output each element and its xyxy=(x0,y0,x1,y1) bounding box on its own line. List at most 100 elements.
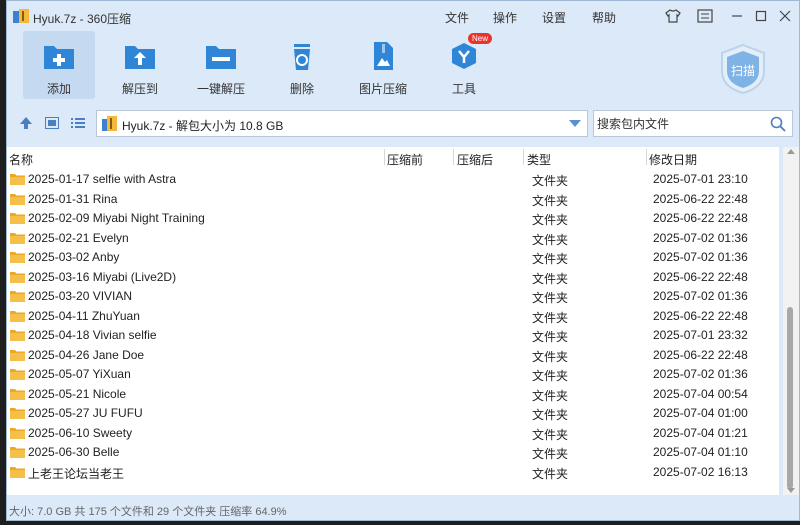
minimize-icon[interactable] xyxy=(729,8,745,24)
add-button[interactable]: 添加 xyxy=(23,31,95,99)
file-name: 2025-02-21 Evelyn xyxy=(28,230,129,245)
folder-icon xyxy=(10,232,25,244)
up-arrow-icon[interactable] xyxy=(18,116,34,130)
image-compress-button[interactable]: 图片压缩 xyxy=(347,31,419,99)
file-type: 文件夹 xyxy=(532,369,569,383)
tools-icon xyxy=(452,43,476,69)
file-modified-date: 2025-07-04 01:10 xyxy=(653,445,748,459)
scroll-up-arrow-icon[interactable] xyxy=(787,149,795,154)
file-type: 文件夹 xyxy=(532,291,569,305)
maximize-icon[interactable] xyxy=(753,8,769,24)
file-name: 2025-03-16 Miyabi (Live2D) xyxy=(28,269,177,284)
table-row[interactable]: 2025-06-10 Sweety 文件夹 2025-07-04 01:21 xyxy=(7,423,779,443)
add-label: 添加 xyxy=(46,82,71,96)
skin-shirt-icon[interactable] xyxy=(665,8,681,24)
menu-help[interactable]: 帮助 xyxy=(592,9,616,26)
table-row[interactable]: 2025-03-20 VIVIAN 文件夹 2025-07-02 01:36 xyxy=(7,286,779,306)
title-bar: Hyuk.7z - 360压缩 文件 操作 设置 帮助 xyxy=(7,1,799,31)
table-row[interactable]: 2025-05-27 JU FUFU 文件夹 2025-07-04 01:00 xyxy=(7,403,779,423)
close-icon[interactable] xyxy=(777,8,793,24)
folder-icon xyxy=(10,213,25,224)
file-type: 文件夹 xyxy=(532,310,569,325)
file-type: 文件夹 xyxy=(532,388,569,403)
delete-button[interactable]: 删除 xyxy=(266,31,338,99)
search-input[interactable] xyxy=(597,115,757,133)
file-name: 2025-02-09 Miyabi Night Training xyxy=(28,211,205,225)
file-modified-date: 2025-07-02 01:36 xyxy=(653,230,748,245)
one-click-extract-button[interactable]: 一键解压 xyxy=(185,31,257,99)
path-text: Hyuk.7z - 解包大小为 10.8 GB xyxy=(122,119,284,133)
column-modified-date[interactable]: 修改日期 xyxy=(649,151,697,168)
table-row[interactable]: 2025-02-21 Evelyn 文件夹 2025-07-02 01:36 xyxy=(7,228,779,248)
file-rows: 2025-01-17 selfie with Astra 文件夹 2025-07-0… xyxy=(7,169,779,481)
file-type: 文件夹 xyxy=(532,330,569,344)
search-icon[interactable] xyxy=(770,116,786,132)
table-row[interactable]: 2025-01-17 selfie with Astra 文件夹 2025-07-0… xyxy=(7,169,779,189)
path-combobox[interactable]: Hyuk.7z - 解包大小为 10.8 GB xyxy=(96,110,588,137)
scroll-thumb[interactable] xyxy=(787,307,793,489)
extract-to-button[interactable]: 解压到 xyxy=(104,31,176,99)
tools-button[interactable]: New 工具 xyxy=(428,31,500,99)
table-row[interactable]: 2025-04-11 ZhuYuan 文件夹 2025-06-22 22:48 xyxy=(7,306,779,326)
window-title: Hyuk.7z - 360压缩 xyxy=(33,12,132,26)
column-original-size[interactable]: 压缩前 xyxy=(387,151,423,168)
file-name: 2025-03-20 VIVIAN xyxy=(28,289,133,303)
folder-icon xyxy=(10,408,25,419)
file-type: 文件夹 xyxy=(532,349,569,364)
folder-icon xyxy=(10,388,25,400)
menu-file[interactable]: 文件 xyxy=(445,9,469,26)
chevron-down-icon[interactable] xyxy=(569,120,581,127)
file-type: 文件夹 xyxy=(532,232,569,247)
column-separator[interactable] xyxy=(384,149,385,165)
file-list: 名称 压缩前 压缩后 类型 修改日期 2025-01-17 selfie wit… xyxy=(7,147,779,495)
file-modified-date: 2025-07-02 01:36 xyxy=(653,367,748,381)
folder-icon xyxy=(10,447,25,458)
file-modified-date: 2025-07-04 01:21 xyxy=(653,425,748,440)
table-row[interactable]: 2025-04-26 Jane Doe 文件夹 2025-06-22 22:48 xyxy=(7,345,779,365)
column-compressed-size[interactable]: 压缩后 xyxy=(457,151,493,168)
table-row[interactable]: 2025-05-21 Nicole 文件夹 2025-07-04 00:54 xyxy=(7,384,779,404)
file-name: 2025-06-10 Sweety xyxy=(28,425,133,440)
extract-to-icon xyxy=(125,46,155,69)
table-row[interactable]: 2025-05-07 YiXuan 文件夹 2025-07-02 01:36 xyxy=(7,364,779,384)
archive-app-icon xyxy=(13,9,29,23)
column-separator[interactable] xyxy=(453,149,454,165)
folder-icon xyxy=(10,174,25,185)
file-name: 2025-05-21 Nicole xyxy=(28,386,127,401)
list-header: 名称 压缩前 压缩后 类型 修改日期 xyxy=(7,147,779,169)
status-text: 大小: 7.0 GB 共 175 个文件和 29 个文件夹 压缩率 64.9% xyxy=(9,506,287,518)
extract-to-label: 解压到 xyxy=(121,82,158,96)
file-name: 2025-05-27 JU FUFU xyxy=(28,406,143,420)
image-compress-icon xyxy=(374,42,393,70)
image-compress-label: 图片压缩 xyxy=(358,82,407,96)
table-row[interactable]: 2025-02-09 Miyabi Night Training 文件夹 2025-… xyxy=(7,208,779,228)
file-modified-date: 2025-07-02 16:13 xyxy=(653,464,748,479)
scroll-down-arrow-icon[interactable] xyxy=(787,488,795,493)
table-row[interactable]: 上老王论坛当老王 文件夹 2025-07-02 16:13 xyxy=(7,462,779,482)
thumbnail-view-icon[interactable] xyxy=(44,116,60,130)
folder-icon xyxy=(10,369,25,380)
list-view-icon[interactable] xyxy=(70,116,86,130)
file-type: 文件夹 xyxy=(532,174,569,188)
menu-settings[interactable]: 设置 xyxy=(542,9,566,26)
table-row[interactable]: 2025-06-30 Belle 文件夹 2025-07-04 01:10 xyxy=(7,442,779,462)
menu-action[interactable]: 操作 xyxy=(493,9,517,26)
vertical-scrollbar[interactable] xyxy=(783,147,799,495)
column-separator[interactable] xyxy=(523,149,524,165)
folder-icon xyxy=(10,271,25,283)
search-box xyxy=(593,110,793,137)
table-row[interactable]: 2025-01-31 Rina 文件夹 2025-06-22 22:48 xyxy=(7,189,779,209)
column-type[interactable]: 类型 xyxy=(527,151,551,168)
add-folder-icon xyxy=(44,46,74,69)
table-row[interactable]: 2025-04-18 Vivian selfie 文件夹 2025-07-01 23… xyxy=(7,325,779,345)
file-name: 2025-04-26 Jane Doe xyxy=(28,347,145,362)
column-name[interactable]: 名称 xyxy=(9,151,33,168)
tools-label: 工具 xyxy=(451,82,476,96)
table-row[interactable]: 2025-03-16 Miyabi (Live2D) 文件夹 2025-06-22 … xyxy=(7,267,779,287)
column-separator[interactable] xyxy=(646,149,647,165)
feedback-icon[interactable] xyxy=(697,8,713,24)
file-name: 2025-04-11 ZhuYuan xyxy=(28,308,140,323)
file-modified-date: 2025-06-22 22:48 xyxy=(653,347,748,362)
table-row[interactable]: 2025-03-02 Anby 文件夹 2025-07-02 01:36 xyxy=(7,247,779,267)
scan-shield-icon[interactable]: 扫描 xyxy=(719,43,767,95)
